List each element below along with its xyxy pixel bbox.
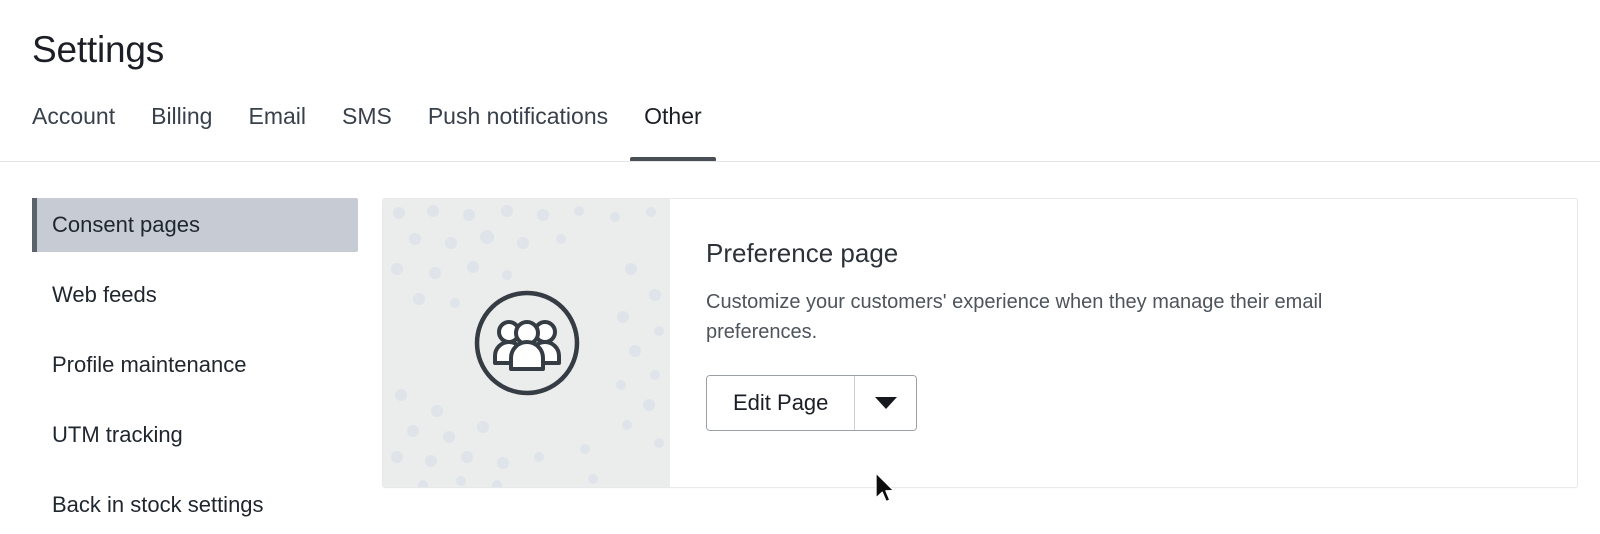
edit-page-split-button: Edit Page — [706, 375, 918, 431]
people-group-icon — [474, 290, 579, 396]
card-heading: Preference page — [706, 238, 899, 268]
tab-push-notifications[interactable]: Push notifications — [428, 96, 608, 130]
tab-sms[interactable]: SMS — [342, 96, 392, 130]
card-media-panel — [383, 199, 670, 487]
sidebar-item-back-in-stock-settings[interactable]: Back in stock settings — [32, 478, 358, 532]
card-body: Preference page Customize your customers… — [670, 199, 1577, 487]
settings-tabbar: Account Billing Email SMS Push notificat… — [0, 96, 1600, 162]
settings-content: Consent pages Web feeds Profile maintena… — [0, 162, 1600, 534]
tab-account[interactable]: Account — [32, 96, 115, 130]
chevron-down-icon — [874, 397, 897, 409]
tab-email[interactable]: Email — [248, 96, 306, 130]
card-description: Customize your customers' experience whe… — [706, 291, 1323, 343]
page-title: Settings — [32, 29, 165, 70]
edit-page-button[interactable]: Edit Page — [707, 376, 855, 430]
tabbar-divider — [0, 161, 1600, 162]
tab-billing[interactable]: Billing — [151, 96, 212, 130]
sidebar-item-web-feeds[interactable]: Web feeds — [32, 268, 358, 322]
settings-sidenav: Consent pages Web feeds Profile maintena… — [32, 198, 358, 534]
tab-other[interactable]: Other — [630, 96, 716, 162]
sidebar-item-consent-pages[interactable]: Consent pages — [32, 198, 358, 252]
sidebar-item-utm-tracking[interactable]: UTM tracking — [32, 408, 358, 462]
page-header: Settings — [0, 0, 1600, 72]
edit-page-dropdown-toggle[interactable] — [854, 376, 917, 430]
sidebar-item-profile-maintenance[interactable]: Profile maintenance — [32, 338, 358, 392]
tab-list: Account Billing Email SMS Push notificat… — [32, 96, 1600, 162]
preference-page-card: Preference page Customize your customers… — [382, 198, 1578, 488]
